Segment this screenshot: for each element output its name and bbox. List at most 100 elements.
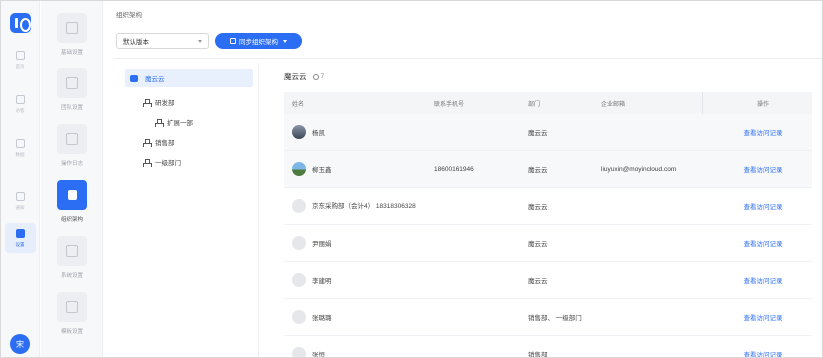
table-row: 杨凯 魔云云 查看访问记录 bbox=[284, 114, 812, 151]
org-chart-icon bbox=[143, 98, 152, 107]
team-icon bbox=[66, 77, 78, 89]
tree-node-label: 魔云云 bbox=[145, 76, 165, 83]
view-visits-link[interactable]: 查看访问记录 bbox=[744, 349, 783, 357]
tree-node-label: 研发部 bbox=[155, 100, 175, 107]
table-row: 尹丽娟 魔云云 查看访问记录 bbox=[284, 225, 812, 262]
org-chart-icon bbox=[155, 118, 164, 127]
avatar bbox=[292, 273, 306, 287]
member-phone bbox=[434, 188, 524, 224]
version-select[interactable]: 默认版本 bbox=[116, 33, 209, 49]
log-icon bbox=[66, 133, 78, 145]
settings-subnav: 基础设置 团队设置 操作日志 组织架构 系统设置 模板设置 bbox=[41, 1, 103, 357]
subnav-item-template[interactable]: 模板设置 bbox=[47, 290, 97, 344]
subnav-label: 系统设置 bbox=[60, 273, 83, 279]
avatar bbox=[292, 347, 306, 357]
org-name: 魔云云 bbox=[284, 72, 307, 81]
avatar bbox=[292, 236, 306, 250]
template-icon bbox=[66, 301, 78, 313]
member-phone bbox=[434, 336, 524, 357]
tree-node-label: 一级部门 bbox=[155, 160, 181, 167]
column-divider bbox=[702, 92, 703, 114]
member-phone: 18600161946 bbox=[434, 165, 474, 173]
member-phone bbox=[434, 114, 524, 150]
settings-icon bbox=[16, 228, 25, 238]
subnav-label: 模板设置 bbox=[60, 329, 83, 335]
rail-item-notice[interactable]: 通知 bbox=[5, 186, 36, 216]
sync-org-button-label: 同步组织架构 bbox=[239, 39, 278, 46]
tree-node[interactable]: 一级部门 bbox=[143, 153, 181, 171]
member-dept: 魔云云 bbox=[528, 241, 548, 248]
member-dept: 魔云云 bbox=[528, 167, 548, 174]
table-row: 柳玉鑫 18600161946 魔云云 liuyuxin@moyincloud.… bbox=[284, 151, 812, 188]
member-name: 李建明 bbox=[312, 278, 332, 285]
app-logo bbox=[10, 13, 31, 33]
notice-icon bbox=[16, 191, 25, 201]
subnav-label: 操作日志 bbox=[60, 161, 83, 167]
subnav-item-team[interactable]: 团队设置 bbox=[47, 66, 97, 120]
org-tree: 魔云云 研发部 扩展一部 销售部 一级部门 bbox=[119, 63, 259, 357]
table-row: 李建明 魔云云 查看访问记录 bbox=[284, 262, 812, 299]
rail-item-visitor[interactable]: 访客 bbox=[5, 89, 36, 119]
member-count-value: 7 bbox=[320, 73, 325, 80]
tree-node-label: 销售部 bbox=[155, 140, 175, 147]
org-chart-icon bbox=[143, 158, 152, 167]
view-visits-link[interactable]: 查看访问记录 bbox=[744, 201, 783, 211]
member-dept: 销售部、 一级部门 bbox=[528, 315, 582, 322]
tree-node[interactable]: 研发部 bbox=[143, 93, 175, 111]
subnav-label: 基础设置 bbox=[60, 50, 83, 56]
col-header-name: 姓名 bbox=[292, 101, 305, 108]
sliders-icon bbox=[66, 245, 78, 257]
member-phone bbox=[434, 225, 524, 261]
member-name: 张璐璐 bbox=[312, 315, 332, 322]
view-visits-link[interactable]: 查看访问记录 bbox=[744, 164, 783, 174]
member-dept: 魔云云 bbox=[528, 204, 548, 211]
sync-org-button[interactable]: 同步组织架构 bbox=[215, 33, 302, 49]
person-icon bbox=[312, 73, 319, 80]
member-name: 尹丽娟 bbox=[312, 241, 332, 248]
col-header-phone: 联系手机号 bbox=[434, 101, 465, 108]
subnav-item-log[interactable]: 操作日志 bbox=[47, 122, 97, 176]
rail-item-data[interactable]: 数据 bbox=[5, 133, 36, 163]
subnav-item-system[interactable]: 系统设置 bbox=[47, 234, 97, 288]
member-count: 7 bbox=[312, 73, 325, 80]
gear-icon bbox=[66, 22, 78, 34]
col-header-dept: 部门 bbox=[528, 101, 541, 108]
rail-item-label: 通知 bbox=[15, 204, 25, 211]
subnav-label: 组织架构 bbox=[60, 217, 83, 223]
view-visits-link[interactable]: 查看访问记录 bbox=[744, 238, 783, 248]
header-divider bbox=[114, 58, 822, 59]
table-header: 姓名 联系手机号 部门 企业邮箱 操作 bbox=[284, 92, 812, 114]
subnav-label: 团队设置 bbox=[60, 105, 83, 111]
tree-node-label: 扩展一部 bbox=[167, 120, 193, 127]
avatar bbox=[292, 125, 306, 139]
org-chart-icon bbox=[143, 138, 152, 147]
member-phone bbox=[434, 299, 524, 335]
subnav-item-basic[interactable]: 基础设置 bbox=[47, 11, 97, 65]
chevron-down-icon bbox=[198, 40, 202, 43]
version-select-value: 默认版本 bbox=[123, 39, 149, 46]
data-icon bbox=[16, 138, 25, 148]
tree-node[interactable]: 销售部 bbox=[143, 133, 175, 151]
org-logo-icon bbox=[130, 74, 138, 82]
avatar bbox=[292, 199, 306, 213]
table-row: 京东采购部（会计4） 18318306328 魔云云 查看访问记录 bbox=[284, 188, 812, 225]
member-dept: 魔云云 bbox=[528, 130, 548, 137]
member-table: 姓名 联系手机号 部门 企业邮箱 操作 杨凯 魔云云 查看访问记录 柳玉鑫 18… bbox=[284, 92, 812, 358]
view-visits-link[interactable]: 查看访问记录 bbox=[744, 312, 783, 322]
user-avatar[interactable]: 宋 bbox=[10, 334, 30, 354]
visitor-icon bbox=[16, 94, 25, 104]
rail-item-home[interactable]: 首页 bbox=[5, 45, 36, 75]
view-visits-link[interactable]: 查看访问记录 bbox=[744, 127, 783, 137]
member-name: 张恒 bbox=[312, 352, 325, 358]
app-frame: 首页 访客 数据 通知 设置 宋 基础设置 团队设置 操作日志 组织架构 系统设… bbox=[0, 0, 823, 358]
rail-item-settings[interactable]: 设置 bbox=[5, 223, 36, 253]
org-icon bbox=[67, 190, 77, 200]
tree-node[interactable]: 扩展一部 bbox=[155, 113, 193, 131]
member-dept: 魔云云 bbox=[528, 278, 548, 285]
member-name: 京东采购部（会计4） 18318306328 bbox=[312, 202, 416, 210]
view-visits-link[interactable]: 查看访问记录 bbox=[744, 275, 783, 285]
tree-node-root[interactable]: 魔云云 bbox=[125, 69, 253, 87]
avatar bbox=[292, 310, 306, 324]
rail-item-label: 设置 bbox=[15, 241, 25, 248]
subnav-item-org[interactable]: 组织架构 bbox=[47, 178, 97, 232]
